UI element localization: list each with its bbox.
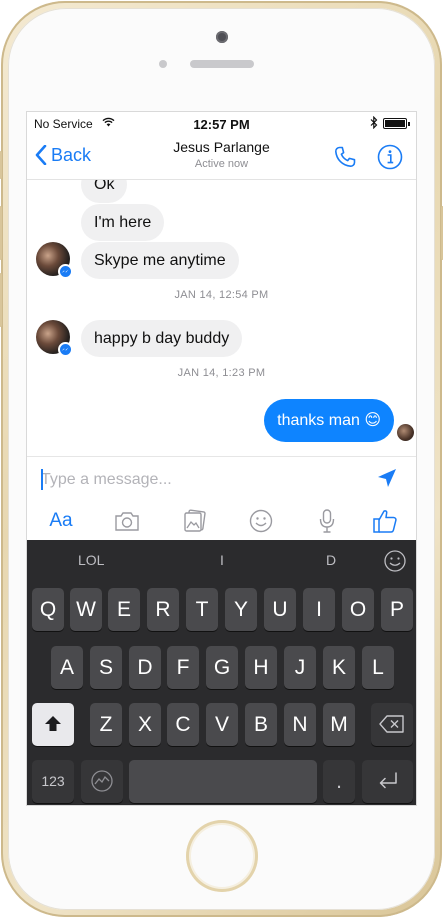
key-u[interactable]: U xyxy=(264,588,296,631)
earpiece-speaker xyxy=(190,60,254,68)
status-time: 12:57 PM xyxy=(193,117,250,132)
suggestion-item[interactable]: I xyxy=(220,552,224,568)
battery-icon xyxy=(383,118,410,129)
key-f[interactable]: F xyxy=(167,646,199,689)
key-j[interactable]: J xyxy=(284,646,316,689)
keyboard: LOL I D Q W E R T Y U I O P A S D F G H … xyxy=(27,540,416,805)
contact-name[interactable]: Jesus Parlange xyxy=(27,139,416,155)
numbers-key[interactable]: 123 xyxy=(32,760,74,803)
message-timestamp: JAN 14, 1:23 PM xyxy=(177,367,266,379)
suggestion-bar: LOL I D xyxy=(27,540,416,582)
message-bubble-incoming[interactable]: I'm here xyxy=(81,204,165,241)
suggestion-item[interactable]: D xyxy=(326,552,336,568)
proximity-sensor xyxy=(159,60,167,68)
space-key[interactable] xyxy=(129,760,317,803)
like-icon[interactable] xyxy=(370,506,400,536)
key-a[interactable]: A xyxy=(51,646,83,689)
conversation-header: Back Jesus Parlange Active now xyxy=(27,134,416,180)
key-g[interactable]: G xyxy=(206,646,238,689)
key-p[interactable]: P xyxy=(381,588,413,631)
key-d[interactable]: D xyxy=(129,646,161,689)
gallery-icon[interactable] xyxy=(180,506,210,536)
messenger-badge-icon xyxy=(58,342,73,357)
bluetooth-icon xyxy=(370,115,378,132)
screen: No Service 12:57 PM Back Jesus Parlange … xyxy=(26,111,417,806)
key-b[interactable]: B xyxy=(245,703,277,746)
battery-fill xyxy=(385,120,405,127)
message-bubble-incoming[interactable]: Ok xyxy=(81,180,128,203)
aa-icon[interactable]: Aa xyxy=(46,506,76,536)
key-l[interactable]: L xyxy=(362,646,394,689)
volume-up-button xyxy=(0,206,2,260)
emoji-keyboard-icon[interactable] xyxy=(383,549,407,578)
key-m[interactable]: M xyxy=(323,703,355,746)
period-key[interactable]: . xyxy=(323,760,355,803)
avatar[interactable] xyxy=(36,242,73,279)
key-h[interactable]: H xyxy=(245,646,277,689)
phone-icon[interactable] xyxy=(333,145,357,174)
message-bubble-incoming[interactable]: happy b day buddy xyxy=(81,320,243,357)
key-c[interactable]: C xyxy=(167,703,199,746)
key-t[interactable]: T xyxy=(186,588,218,631)
front-camera xyxy=(216,31,228,43)
message-bubble-incoming[interactable]: Skype me anytime xyxy=(81,242,239,279)
active-status: Active now xyxy=(194,158,249,170)
key-q[interactable]: Q xyxy=(32,588,64,631)
composer xyxy=(27,456,416,502)
message-list[interactable]: Ok I'm here Skype me anytime JAN 14, 12:… xyxy=(27,180,416,456)
composer-toolbar: Aa xyxy=(27,502,416,540)
camera-icon[interactable] xyxy=(112,506,142,536)
avatar[interactable] xyxy=(36,320,73,357)
delete-key[interactable] xyxy=(371,703,413,746)
messenger-badge-icon xyxy=(58,264,73,279)
handwriting-key[interactable] xyxy=(81,760,123,803)
message-timestamp: JAN 14, 12:54 PM xyxy=(174,289,269,301)
key-x[interactable]: X xyxy=(129,703,161,746)
microphone-icon[interactable] xyxy=(312,506,342,536)
message-bubble-outgoing[interactable]: thanks man 😊 xyxy=(264,399,394,442)
key-r[interactable]: R xyxy=(147,588,179,631)
send-icon[interactable] xyxy=(377,468,397,493)
return-key[interactable] xyxy=(362,760,413,803)
suggestion-item[interactable]: LOL xyxy=(78,552,104,568)
shift-key[interactable] xyxy=(32,703,74,746)
key-s[interactable]: S xyxy=(90,646,122,689)
key-e[interactable]: E xyxy=(108,588,140,631)
key-w[interactable]: W xyxy=(70,588,102,631)
text-cursor xyxy=(41,469,43,490)
emoji-icon[interactable] xyxy=(246,506,276,536)
volume-down-button xyxy=(0,273,2,327)
mute-switch xyxy=(0,151,2,179)
info-icon[interactable] xyxy=(377,144,403,175)
key-n[interactable]: N xyxy=(284,703,316,746)
key-i[interactable]: I xyxy=(303,588,335,631)
key-z[interactable]: Z xyxy=(90,703,122,746)
seen-avatar xyxy=(397,424,414,441)
key-o[interactable]: O xyxy=(342,588,374,631)
key-v[interactable]: V xyxy=(206,703,238,746)
status-bar: No Service 12:57 PM xyxy=(27,112,416,134)
key-y[interactable]: Y xyxy=(225,588,257,631)
key-k[interactable]: K xyxy=(323,646,355,689)
message-input[interactable] xyxy=(41,469,361,491)
home-button[interactable] xyxy=(186,820,258,892)
